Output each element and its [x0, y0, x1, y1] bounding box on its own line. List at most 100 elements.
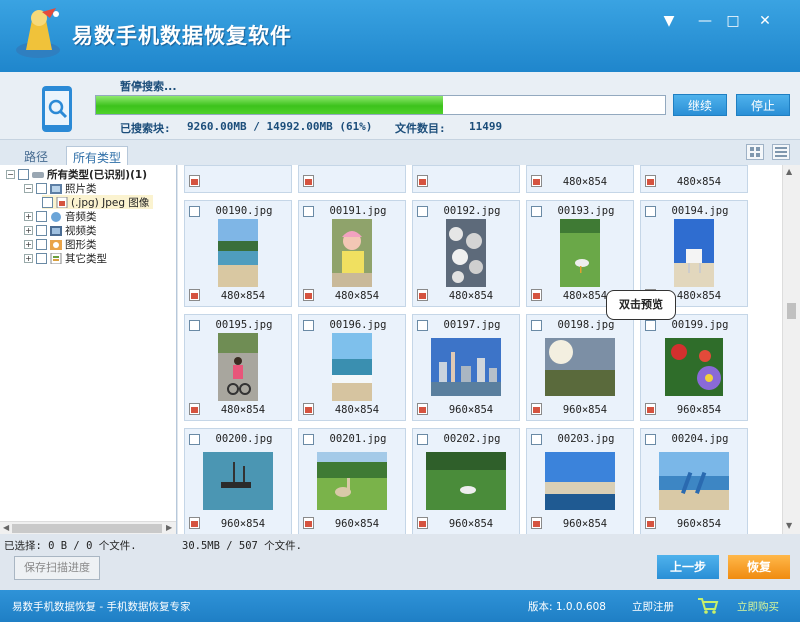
checkbox[interactable]	[18, 168, 29, 180]
grid-view-icon	[750, 147, 760, 157]
scroll-down-icon[interactable]: ▼	[786, 521, 792, 530]
previous-step-button[interactable]: 上一步	[657, 555, 719, 579]
file-name: 00199.jpg	[671, 319, 729, 331]
file-name: 00197.jpg	[443, 319, 501, 331]
cart-icon[interactable]	[697, 597, 719, 615]
stop-button[interactable]: 停止	[736, 94, 790, 116]
thumbnail-tile[interactable]: 00204.jpg 960×854	[640, 428, 748, 534]
collapse-icon[interactable]: −	[24, 183, 33, 193]
file-name: 00195.jpg	[215, 319, 273, 331]
scroll-left-icon[interactable]: ◀	[3, 523, 9, 532]
searched-value: 9260.00MB / 14992.00MB (61%)	[187, 120, 373, 133]
tree-item-graphics[interactable]: + 图形类	[24, 237, 97, 251]
buy-link[interactable]: 立即购买	[737, 599, 779, 614]
image-dimensions: 960×854	[676, 518, 722, 530]
image-dimensions: 480×854	[562, 176, 608, 188]
checkbox[interactable]	[36, 224, 47, 236]
scan-progress-fill	[96, 96, 444, 114]
expand-icon[interactable]: +	[24, 253, 33, 263]
minimize-button[interactable]: —	[694, 10, 716, 32]
photo-thumbnail	[560, 219, 600, 287]
checkbox[interactable]	[36, 252, 47, 264]
photo-thumbnail	[659, 452, 729, 510]
view-tabs: 路径 所有类型	[0, 140, 800, 165]
thumbnail-tile[interactable]: 480×854	[640, 165, 748, 193]
menu-dropdown-button[interactable]: ▼	[658, 10, 680, 32]
tree-item-other[interactable]: + 其它类型	[24, 251, 107, 265]
thumbnail-tile[interactable]: 00192.jpg 480×854	[412, 200, 520, 307]
tab-path[interactable]: 路径	[18, 146, 54, 165]
version-label: 版本: 1.0.0.608	[528, 601, 606, 613]
scan-panel: 暂停搜索... 继续 停止 已搜索块: 9260.00MB / 14992.00…	[0, 72, 800, 140]
photo-thumbnail	[545, 452, 615, 510]
graphics-icon	[50, 239, 62, 250]
thumbnail-tile[interactable]	[184, 165, 292, 193]
scroll-right-icon[interactable]: ▶	[166, 523, 172, 532]
thumbnail-tile[interactable]: 00198.jpg 960×854	[526, 314, 634, 421]
checkbox[interactable]	[42, 196, 53, 208]
file-name: 00191.jpg	[329, 205, 387, 217]
thumbnail-tile[interactable]: 00197.jpg 960×854	[412, 314, 520, 421]
other-type-icon	[50, 252, 62, 264]
photo-folder-icon	[50, 183, 62, 194]
thumbnail-tile[interactable]: 00196.jpg 480×854	[298, 314, 406, 421]
register-link[interactable]: 立即注册	[632, 599, 674, 614]
image-dimensions: 960×854	[448, 404, 494, 416]
scan-status: 暂停搜索...	[120, 80, 177, 93]
scroll-thumb[interactable]	[12, 524, 162, 533]
footer-bar: 易数手机数据恢复 - 手机数据恢复专家 版本: 1.0.0.608 立即注册 立…	[0, 590, 800, 622]
scroll-thumb[interactable]	[787, 303, 796, 319]
thumbnail-tile[interactable]: 00202.jpg 960×854	[412, 428, 520, 534]
image-dimensions: 480×854	[220, 404, 266, 416]
photo-thumbnail	[218, 333, 258, 401]
thumbnail-tile[interactable]: 480×854	[526, 165, 634, 193]
grid-view-button[interactable]	[746, 144, 764, 160]
drive-icon	[32, 171, 44, 178]
collapse-icon[interactable]: −	[6, 169, 15, 179]
tree-item-audio[interactable]: + 音频类	[24, 209, 97, 223]
file-name: 00204.jpg	[671, 433, 729, 445]
expand-icon[interactable]: +	[24, 211, 33, 221]
thumbnail-tile[interactable]: 00190.jpg 480×854	[184, 200, 292, 307]
grid-vertical-scrollbar[interactable]: ▲ ▼	[782, 165, 800, 534]
photo-thumbnail	[332, 333, 372, 401]
tree-item-root[interactable]: − 所有类型(已识别)(1)	[6, 167, 147, 181]
scroll-up-icon[interactable]: ▲	[786, 167, 792, 176]
tree-horizontal-scrollbar[interactable]: ◀ ▶	[0, 521, 176, 534]
checkbox[interactable]	[36, 238, 47, 250]
thumbnail-tile[interactable]: 00195.jpg 480×854	[184, 314, 292, 421]
photo-thumbnail	[545, 338, 615, 396]
tree-item-jpeg[interactable]: (.jpg) Jpeg 图像	[42, 195, 154, 209]
thumbnail-tile[interactable]: 00203.jpg 960×854	[526, 428, 634, 534]
close-button[interactable]: ✕	[754, 10, 776, 32]
image-dimensions: 960×854	[562, 404, 608, 416]
save-scan-progress-button[interactable]: 保存扫描进度	[14, 556, 100, 580]
checkbox[interactable]	[36, 182, 47, 194]
checkbox[interactable]	[36, 210, 47, 222]
image-dimensions: 960×854	[676, 404, 722, 416]
file-name: 00202.jpg	[443, 433, 501, 445]
photo-thumbnail	[218, 219, 258, 287]
thumbnail-tile[interactable]: 00201.jpg 960×854	[298, 428, 406, 534]
thumbnail-tile[interactable]: 00191.jpg 480×854	[298, 200, 406, 307]
image-dimensions: 960×854	[448, 518, 494, 530]
continue-button[interactable]: 继续	[673, 94, 727, 116]
list-view-button[interactable]	[772, 144, 790, 160]
maximize-button[interactable]: □	[722, 10, 744, 32]
file-name: 00193.jpg	[557, 205, 615, 217]
expand-icon[interactable]: +	[24, 239, 33, 249]
file-name: 00201.jpg	[329, 433, 387, 445]
thumbnail-tile[interactable]: 00199.jpg 960×854	[640, 314, 748, 421]
file-name: 00192.jpg	[443, 205, 501, 217]
recover-button[interactable]: 恢复	[728, 555, 790, 579]
photo-thumbnail	[446, 219, 486, 287]
photo-thumbnail	[203, 452, 273, 510]
thumbnail-tile[interactable]	[412, 165, 520, 193]
tab-all-types[interactable]: 所有类型	[66, 146, 129, 165]
expand-icon[interactable]: +	[24, 225, 33, 235]
thumbnail-tile[interactable]	[298, 165, 406, 193]
thumbnail-tile[interactable]: 00200.jpg 960×854	[184, 428, 292, 534]
tree-item-video[interactable]: + 视频类	[24, 223, 97, 237]
tree-item-photos[interactable]: − 照片类	[24, 181, 97, 195]
logo-icon	[16, 8, 60, 58]
